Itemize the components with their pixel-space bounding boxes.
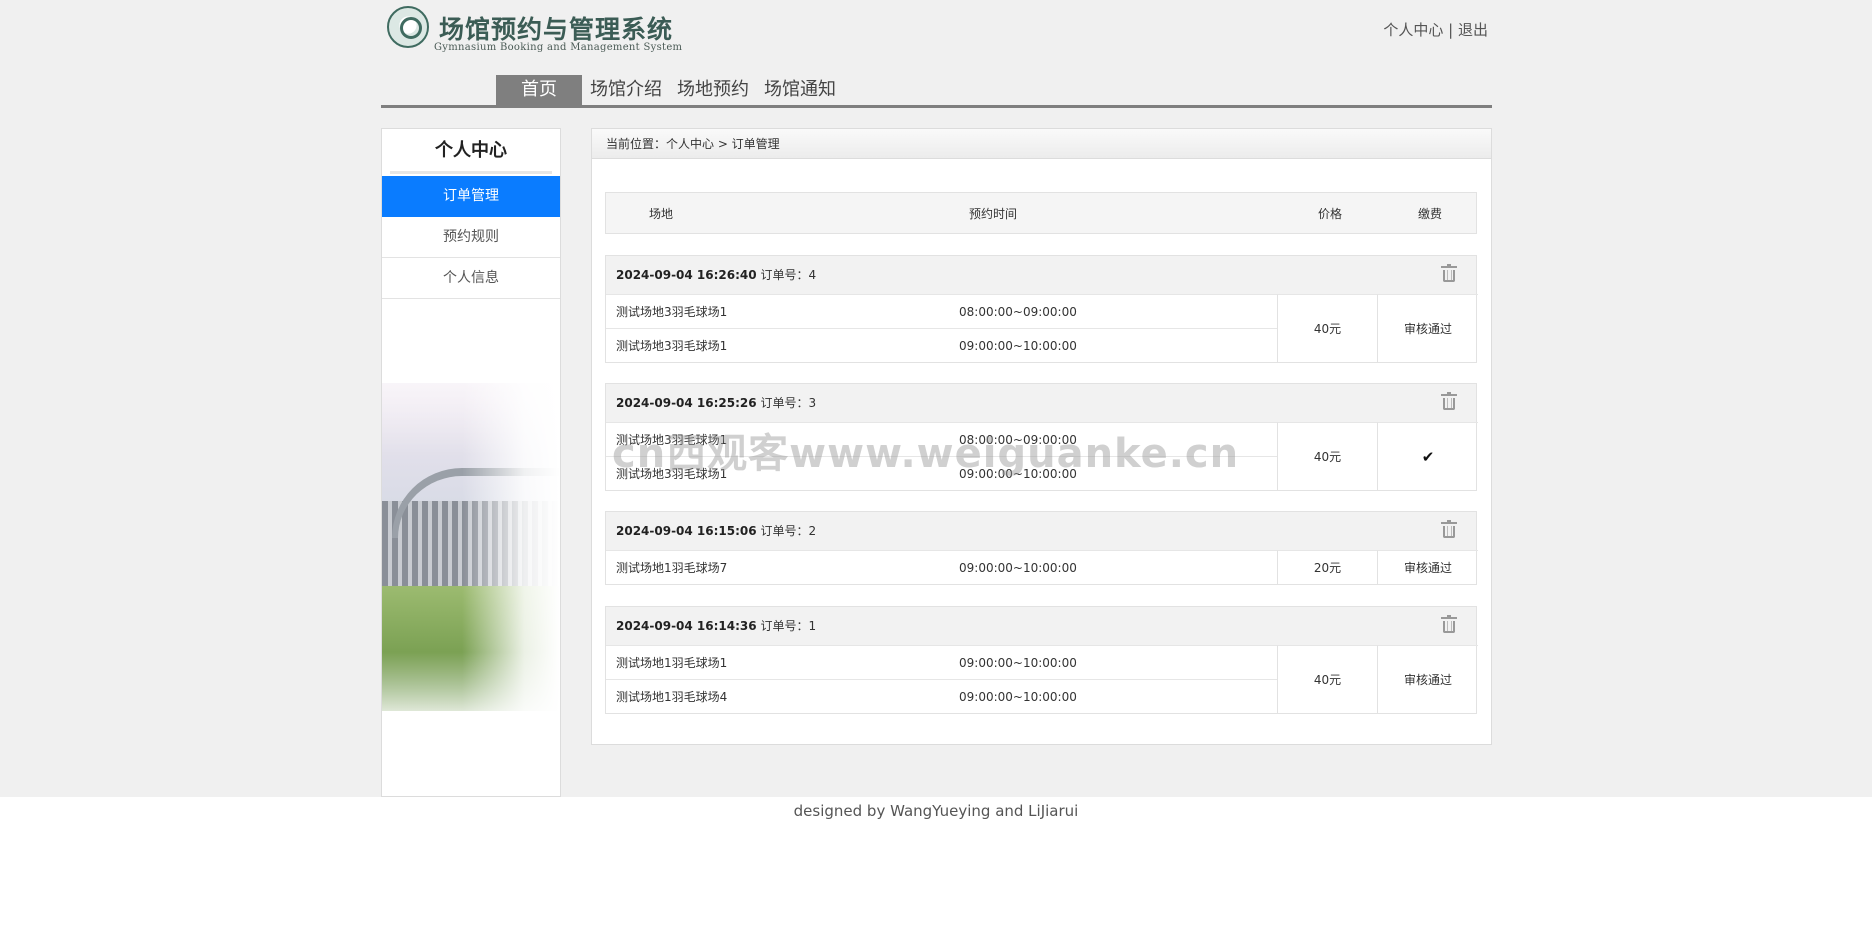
nav-venue-intro[interactable]: 场馆介绍: [590, 75, 662, 105]
row-venue: 测试场地3羽毛球场1: [616, 467, 728, 481]
order-header: 2024-09-04 16:14:36 订单号：1: [606, 607, 1476, 645]
table-row: 测试场地3羽毛球场1 09:00:00~10:00:00: [606, 456, 1277, 490]
order-status: 审核通过: [1377, 550, 1478, 584]
order-block: 2024-09-04 16:14:36 订单号：1 测试场地1羽毛球场1 09:…: [605, 606, 1478, 714]
table-row: 测试场地1羽毛球场7 09:00:00~10:00:00: [606, 550, 1277, 584]
sidebar-item-orders[interactable]: 订单管理: [382, 176, 560, 217]
logout-link[interactable]: 退出: [1458, 21, 1488, 39]
main-panel: 当前位置：个人中心 > 订单管理 场地 预约时间 价格 缴费 2024-09-0…: [591, 128, 1492, 745]
row-venue: 测试场地1羽毛球场1: [616, 656, 728, 670]
check-icon: ✔: [1421, 447, 1435, 466]
row-venue: 测试场地3羽毛球场1: [616, 305, 728, 319]
main-nav: 首页 场馆介绍 场地预约 场馆通知: [381, 74, 1492, 108]
user-center-link[interactable]: 个人中心: [1383, 21, 1443, 39]
order-rows: 测试场地1羽毛球场7 09:00:00~10:00:00 20元 审核通过: [606, 550, 1478, 584]
breadcrumb: 当前位置：个人中心 > 订单管理: [592, 129, 1491, 159]
row-time: 09:00:00~10:00:00: [959, 339, 1077, 353]
site-logo[interactable]: 场馆预约与管理系统 Gymnasium Booking and Manageme…: [387, 6, 687, 58]
trash-icon[interactable]: [1441, 392, 1457, 411]
footer: designed by WangYueying and LiJiarui: [0, 797, 1872, 930]
table-header: 场地 预约时间 价格 缴费: [605, 192, 1477, 234]
order-header: 2024-09-04 16:25:26 订单号：3: [606, 384, 1476, 422]
trash-icon[interactable]: [1441, 264, 1457, 283]
trash-icon[interactable]: [1441, 615, 1457, 634]
table-row: 测试场地3羽毛球场1 08:00:00~09:00:00: [606, 294, 1277, 328]
table-row: 测试场地1羽毛球场1 09:00:00~10:00:00: [606, 645, 1277, 679]
row-time: 08:00:00~09:00:00: [959, 433, 1077, 447]
order-datetime: 2024-09-04 16:15:06: [616, 524, 757, 538]
order-block: 2024-09-04 16:15:06 订单号：2 测试场地1羽毛球场7 09:…: [605, 511, 1478, 585]
header-time: 预约时间: [969, 207, 1018, 221]
header-venue: 场地: [649, 207, 674, 221]
logo-emblem-icon: [387, 6, 429, 48]
page-wrapper: 场馆预约与管理系统 Gymnasium Booking and Manageme…: [381, 0, 1492, 797]
footer-credit: designed by WangYueying and LiJiarui: [793, 802, 1079, 820]
sidebar-item-profile[interactable]: 个人信息: [382, 258, 560, 299]
order-status: 审核通过: [1377, 294, 1478, 362]
order-header: 2024-09-04 16:26:40 订单号：4: [606, 256, 1476, 294]
order-block: 2024-09-04 16:25:26 订单号：3 测试场地3羽毛球场1 08:…: [605, 383, 1478, 491]
order-rows: 测试场地3羽毛球场1 08:00:00~09:00:00 测试场地3羽毛球场1 …: [606, 422, 1478, 490]
order-header: 2024-09-04 16:15:06 订单号：2: [606, 512, 1476, 550]
row-venue: 测试场地3羽毛球场1: [616, 433, 728, 447]
row-time: 08:00:00~09:00:00: [959, 305, 1077, 319]
table-row: 测试场地3羽毛球场1 09:00:00~10:00:00: [606, 328, 1277, 362]
header-payment: 缴费: [1418, 207, 1443, 221]
order-price: 40元: [1277, 422, 1377, 490]
order-block: 2024-09-04 16:26:40 订单号：4 测试场地3羽毛球场1 08:…: [605, 255, 1478, 363]
order-rows: 测试场地3羽毛球场1 08:00:00~09:00:00 测试场地3羽毛球场1 …: [606, 294, 1478, 362]
user-links: 个人中心 | 退出: [1383, 19, 1488, 40]
order-rows: 测试场地1羽毛球场1 09:00:00~10:00:00 测试场地1羽毛球场4 …: [606, 645, 1478, 713]
order-status: 审核通过: [1377, 645, 1478, 713]
sidebar: 个人中心 订单管理 预约规则 个人信息: [381, 128, 561, 797]
logo-subtitle: Gymnasium Booking and Management System: [434, 42, 683, 53]
order-price: 40元: [1277, 294, 1377, 362]
row-time: 09:00:00~10:00:00: [959, 467, 1077, 481]
order-number: 订单号：4: [760, 268, 817, 282]
sidebar-item-rules[interactable]: 预约规则: [382, 217, 560, 258]
logo-title: 场馆预约与管理系统: [439, 15, 674, 44]
order-number: 订单号：3: [760, 396, 817, 410]
nav-venue-booking[interactable]: 场地预约: [677, 75, 749, 105]
table-row: 测试场地3羽毛球场1 08:00:00~09:00:00: [606, 422, 1277, 456]
user-links-separator: |: [1448, 21, 1454, 39]
order-price: 40元: [1277, 645, 1377, 713]
order-datetime: 2024-09-04 16:26:40: [616, 268, 757, 282]
table-row: 测试场地1羽毛球场4 09:00:00~10:00:00: [606, 679, 1277, 713]
header-price: 价格: [1318, 207, 1343, 221]
sidebar-title: 个人中心: [390, 129, 552, 174]
order-price: 20元: [1277, 550, 1377, 584]
nav-venue-notice[interactable]: 场馆通知: [764, 75, 836, 105]
row-venue: 测试场地1羽毛球场4: [616, 690, 728, 704]
stadium-photo: [382, 383, 560, 711]
order-datetime: 2024-09-04 16:14:36: [616, 619, 757, 633]
row-time: 09:00:00~10:00:00: [959, 561, 1077, 575]
order-number: 订单号：1: [760, 619, 817, 633]
trash-icon[interactable]: [1441, 520, 1457, 539]
row-time: 09:00:00~10:00:00: [959, 656, 1077, 670]
nav-home[interactable]: 首页: [496, 75, 582, 105]
row-venue: 测试场地1羽毛球场7: [616, 561, 728, 575]
order-datetime: 2024-09-04 16:25:26: [616, 396, 757, 410]
order-status: ✔: [1377, 422, 1478, 490]
order-number: 订单号：2: [760, 524, 817, 538]
row-venue: 测试场地3羽毛球场1: [616, 339, 728, 353]
row-time: 09:00:00~10:00:00: [959, 690, 1077, 704]
